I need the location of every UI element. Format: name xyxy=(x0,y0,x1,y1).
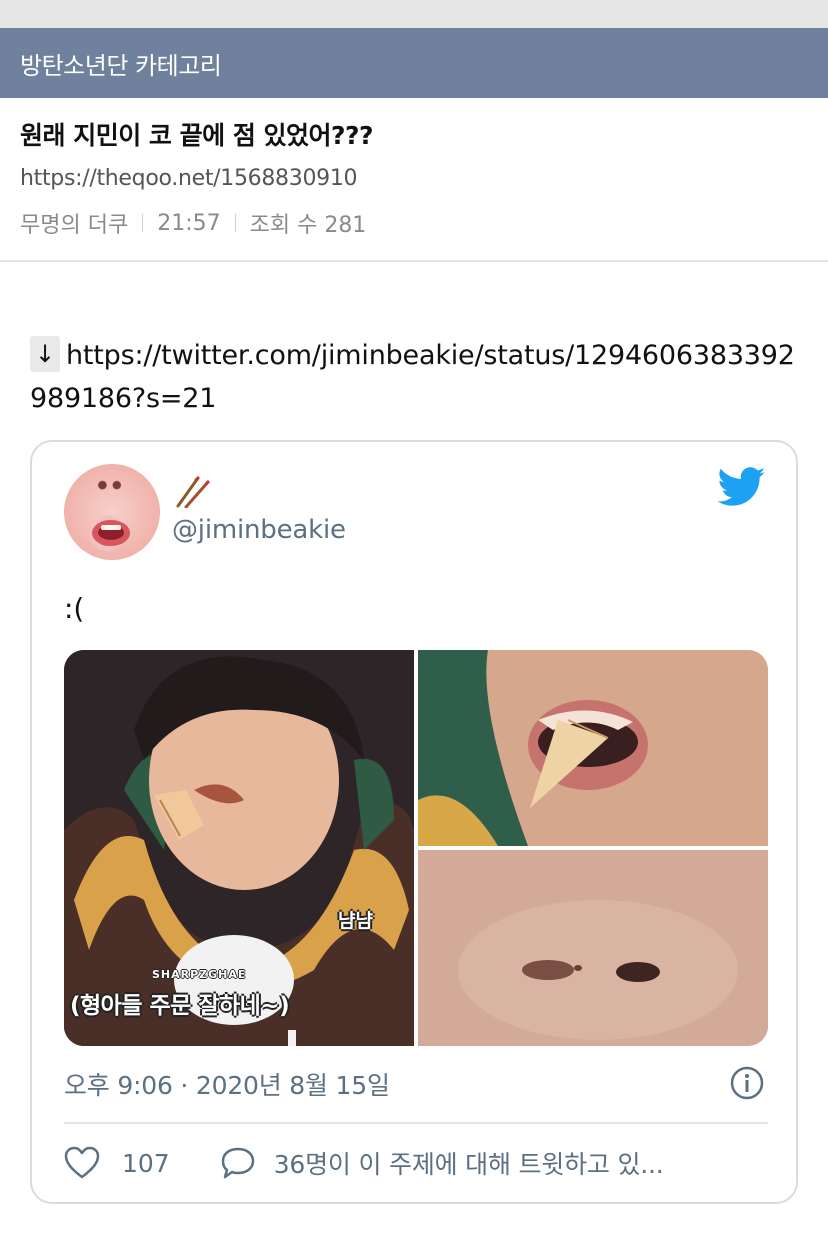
post-time: 21:57 xyxy=(157,210,221,236)
photo-illustration xyxy=(418,650,768,846)
media-photo-top-right[interactable] xyxy=(418,650,768,846)
twitter-bird-icon[interactable] xyxy=(718,466,766,508)
tweet-timestamp[interactable]: 오후 9:06 · 2020년 8월 15일 xyxy=(64,1066,390,1102)
media-subtitle-small: 냠냠 xyxy=(338,910,373,932)
tweet-handle[interactable]: @jiminbeakie xyxy=(172,515,346,545)
category-bar[interactable]: 방탄소년단 카테고리 xyxy=(0,28,828,98)
media-watermark: SHARPZGHAE xyxy=(152,968,247,981)
avatar[interactable] xyxy=(64,464,160,560)
status-strip xyxy=(0,0,828,28)
post-url[interactable]: https://theqoo.net/1568830910 xyxy=(20,166,358,191)
talking-about-text[interactable]: 36명이 이 주제에 대해 트윗하고 있... xyxy=(274,1145,664,1181)
twitter-link[interactable]: https://twitter.com/jiminbeakie/status/1… xyxy=(30,340,795,414)
meta-separator xyxy=(234,214,236,232)
card-divider xyxy=(64,1122,768,1124)
tweet-embed-card[interactable]: @jiminbeakie :( 냠냠 SHARPZGHAE (형아들 주문 잘하… xyxy=(30,440,798,1204)
media-subtitle-main: (형아들 주문 잘하네~) xyxy=(70,993,290,1019)
tweet-media-grid[interactable]: 냠냠 SHARPZGHAE (형아들 주문 잘하네~) xyxy=(64,650,768,1046)
photo-illustration xyxy=(418,850,768,1046)
tweet-text: :( xyxy=(64,592,85,625)
info-icon[interactable] xyxy=(730,1066,764,1100)
post-meta: 무명의 더쿠 21:57 조회 수 281 xyxy=(20,207,366,239)
like-count[interactable]: 107 xyxy=(122,1149,170,1178)
post-title: 원래 지민이 코 끝에 점 있었어??? xyxy=(20,121,374,150)
tweet-actions: 107 36명이 이 주제에 대해 트윗하고 있... xyxy=(64,1144,664,1182)
meta-separator xyxy=(142,214,144,232)
post-views: 조회 수 281 xyxy=(249,213,367,238)
down-arrow-icon: ↓ xyxy=(30,336,60,372)
category-label[interactable]: 방탄소년단 카테고리 xyxy=(20,46,222,81)
media-photo-left[interactable]: 냠냠 SHARPZGHAE (형아들 주문 잘하네~) xyxy=(64,650,414,1046)
chopsticks-icon xyxy=(176,476,210,508)
avatar-teeth xyxy=(101,525,121,530)
header-divider xyxy=(0,260,828,262)
heart-icon[interactable] xyxy=(64,1146,100,1180)
content-link-line: ↓ https://twitter.com/jiminbeakie/status/… xyxy=(30,334,800,420)
comment-bubble-icon[interactable] xyxy=(220,1146,256,1180)
post-author: 무명의 더쿠 xyxy=(20,213,129,238)
media-photo-bottom-right[interactable] xyxy=(418,850,768,1046)
